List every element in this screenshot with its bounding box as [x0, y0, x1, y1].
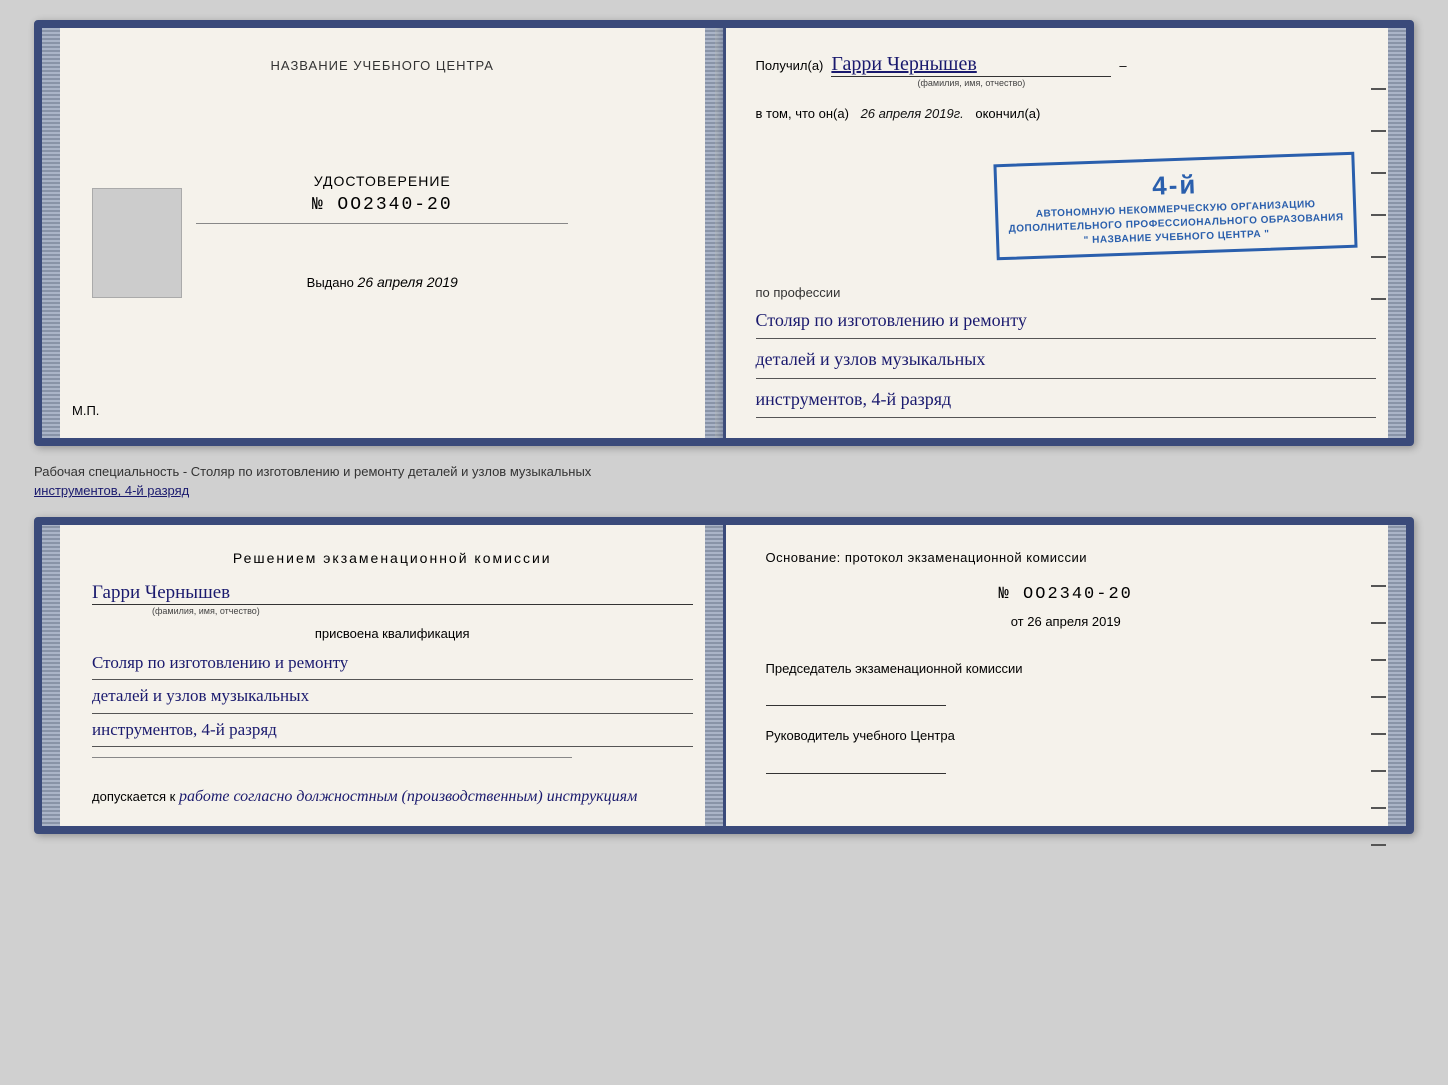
osnovanie-label: Основание: протокол экзаменационной коми…	[766, 550, 1367, 565]
stamp-overlay: 4-й АВТОНОМНУЮ НЕКОММЕРЧЕСКУЮ ОРГАНИЗАЦИ…	[993, 152, 1357, 261]
rukovoditel-signature-line	[766, 754, 946, 774]
certificate-title: УДОСТОВЕРЕНИЕ	[72, 173, 693, 189]
predsedatel-signature-line	[766, 686, 946, 706]
vtom-block: в том, что он(а) 26 апреля 2019г. окончи…	[756, 104, 1377, 125]
dash-2	[1371, 130, 1386, 132]
bottom-recipient-hint: (фамилия, имя, отчество)	[152, 606, 693, 616]
profession-section-top: по профессии Столяр по изготовлению и ре…	[756, 285, 1377, 418]
recipient-section: Получил(а) Гарри Чернышев (фамилия, имя,…	[756, 53, 1377, 88]
recipient-name-block: Гарри Чернышев (фамилия, имя, отчество)	[831, 53, 1111, 88]
recipient-name-top: Гарри Чернышев	[831, 53, 1111, 77]
dopuskaetsya-label: допускается к	[92, 789, 175, 804]
dash-1	[1371, 88, 1386, 90]
mp-label: М.П.	[72, 403, 99, 418]
bottom-recipient-block: Гарри Чернышев (фамилия, имя, отчество)	[92, 582, 693, 616]
vydano-label: Выдано	[307, 275, 354, 290]
dash-6	[1371, 298, 1386, 300]
bottom-dash-2	[1371, 622, 1386, 624]
bottom-profession-line2: деталей и узлов музыкальных	[92, 680, 693, 713]
dash-separator: –	[1119, 58, 1126, 73]
dash-4	[1371, 214, 1386, 216]
school-name-top: НАЗВАНИЕ УЧЕБНОГО ЦЕНТРА	[72, 58, 693, 73]
bottom-left-page: Решением экзаменационной комиссии Гарри …	[42, 525, 726, 826]
top-left-page: НАЗВАНИЕ УЧЕБНОГО ЦЕНТРА УДОСТОВЕРЕНИЕ №…	[42, 28, 726, 438]
predsedatel-title: Председатель экзаменационной комиссии	[766, 659, 1367, 679]
dash-3	[1371, 172, 1386, 174]
caption-underline: инструментов, 4-й разряд	[34, 483, 189, 498]
bottom-dash-4	[1371, 696, 1386, 698]
predsedatel-block: Председатель экзаменационной комиссии	[766, 659, 1367, 707]
caption-prefix: Рабочая специальность - Столяр по изгото…	[34, 464, 591, 479]
right-border-strip	[705, 28, 723, 438]
bottom-recipient-name: Гарри Чернышев	[92, 582, 693, 605]
rukovoditel-block: Руководитель учебного Центра	[766, 726, 1367, 774]
bottom-left-right-border	[705, 525, 723, 826]
dash-5	[1371, 256, 1386, 258]
photo-placeholder	[92, 188, 182, 298]
bottom-dash-5	[1371, 733, 1386, 735]
vydano-date: 26 апреля 2019	[358, 274, 458, 290]
bottom-dash-7	[1371, 807, 1386, 809]
dopusk-text: работе согласно должностным (производств…	[179, 788, 637, 805]
top-certificate-spread: НАЗВАНИЕ УЧЕБНОГО ЦЕНТРА УДОСТОВЕРЕНИЕ №…	[34, 20, 1414, 446]
bottom-right-page: Основание: протокол экзаменационной коми…	[726, 525, 1407, 826]
resheniem-title: Решением экзаменационной комиссии	[92, 550, 693, 566]
rukovoditel-title: Руководитель учебного Центра	[766, 726, 1367, 746]
poluchil-label: Получил(а)	[756, 58, 824, 73]
bottom-right-border	[1388, 525, 1406, 826]
po-professii-label: по профессии	[756, 285, 1377, 300]
top-right-page: Получил(а) Гарри Чернышев (фамилия, имя,…	[726, 28, 1407, 438]
right-dashes-decoration	[1371, 88, 1386, 300]
protocol-number: № OO2340-20	[766, 585, 1367, 604]
bottom-certificate-spread: Решением экзаменационной комиссии Гарри …	[34, 517, 1414, 834]
vtom-label: в том, что он(а)	[756, 106, 849, 121]
ot-label: от	[1011, 614, 1024, 629]
right-border-strip-right	[1388, 28, 1406, 438]
left-border-strip	[42, 28, 60, 438]
bottom-right-dashes	[1371, 585, 1386, 846]
caption-block: Рабочая специальность - Столяр по изгото…	[34, 462, 1414, 501]
profession-lines-bottom: Столяр по изготовлению и ремонту деталей…	[92, 647, 693, 747]
bottom-dash-6	[1371, 770, 1386, 772]
profession-line2-top: деталей и узлов музыкальных	[756, 343, 1377, 378]
profession-line1-top: Столяр по изготовлению и ремонту	[756, 304, 1377, 339]
ot-date: 26 апреля 2019	[1027, 614, 1121, 629]
bottom-dash-3	[1371, 659, 1386, 661]
prisvoena-label: присвоена квалификация	[92, 626, 693, 641]
bottom-profession-line1: Столяр по изготовлению и ремонту	[92, 647, 693, 680]
bottom-left-border	[42, 525, 60, 826]
bottom-dash-1	[1371, 585, 1386, 587]
bottom-dash-8	[1371, 844, 1386, 846]
ot-date-block: от 26 апреля 2019	[766, 614, 1367, 629]
profession-lines-top: Столяр по изготовлению и ремонту деталей…	[756, 300, 1377, 418]
profession-line3-top: инструментов, 4-й разряд	[756, 383, 1377, 418]
dopuskaetsya-section: допускается к работе согласно должностны…	[92, 788, 693, 806]
recipient-hint-top: (фамилия, имя, отчество)	[831, 78, 1111, 88]
bottom-profession-line3: инструментов, 4-й разряд	[92, 714, 693, 747]
okonchill-label: окончил(а)	[975, 106, 1040, 121]
completion-date: 26 апреля 2019г.	[861, 106, 964, 121]
